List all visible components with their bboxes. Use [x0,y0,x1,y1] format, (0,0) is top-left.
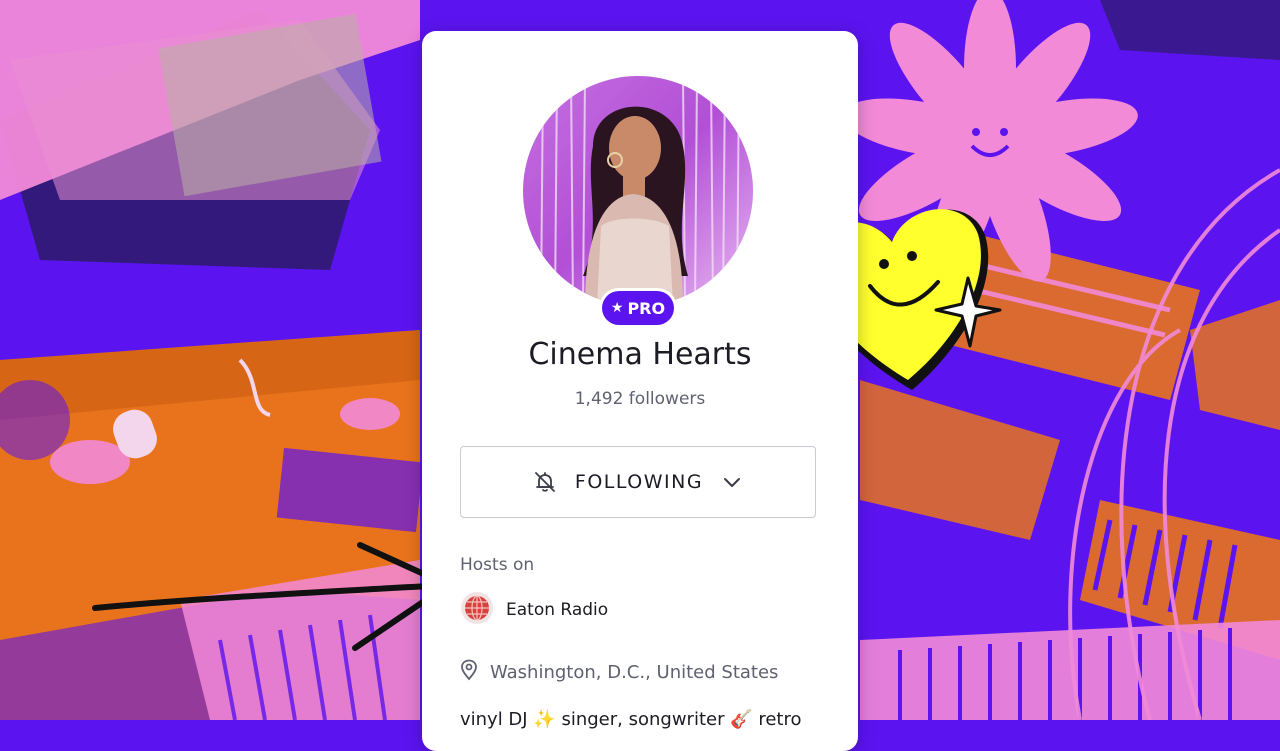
globe-icon [460,591,494,629]
avatar[interactable] [523,76,753,306]
chevron-down-icon [721,471,743,493]
pro-badge: ★ PRO [602,291,674,325]
following-button-label: FOLLOWING [574,471,704,493]
location-text: Washington, D.C., United States [490,661,779,683]
star-icon: ★ [610,300,624,316]
hosts-on-label: Hosts on [460,555,535,575]
profile-name: Cinema Hearts [528,337,752,372]
profile-card: ★ PRO Cinema Hearts 1,492 followers FOLL… [422,31,858,751]
followers-count: 1,492 followers [574,389,706,409]
bell-off-icon [533,470,557,494]
location-row: Washington, D.C., United States [460,659,778,685]
station-link[interactable]: Eaton Radio [460,591,608,629]
following-button[interactable]: FOLLOWING [460,446,816,518]
station-name: Eaton Radio [506,600,609,620]
pro-badge-label: PRO [627,298,666,318]
location-pin-icon [460,659,478,685]
